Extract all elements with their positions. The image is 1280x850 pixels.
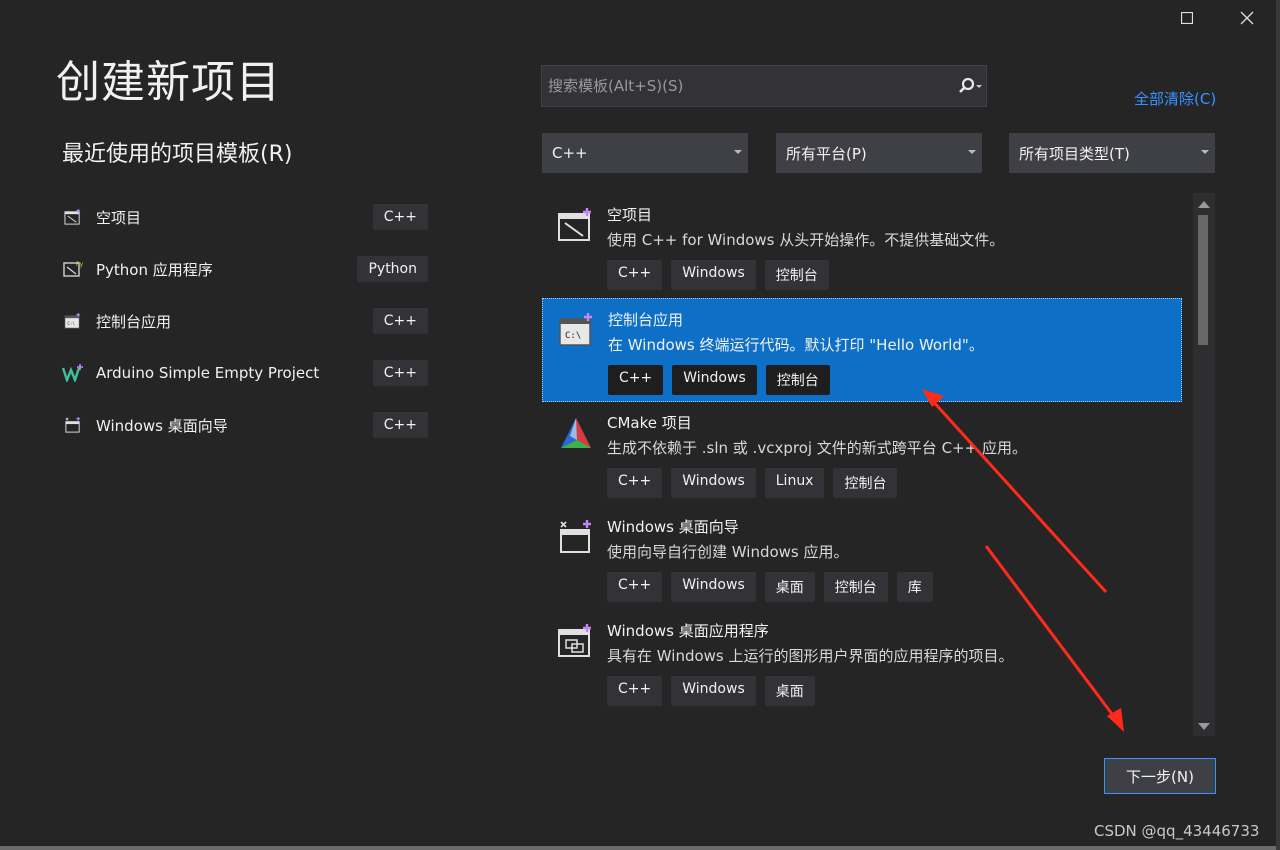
- red-arrow-annotation: [984, 545, 1124, 732]
- red-arrow-annotation: [922, 389, 1108, 594]
- right-edge: [1276, 0, 1280, 850]
- watermark: CSDN @qq_43446733: [1094, 822, 1260, 840]
- annotation-arrows: [922, 389, 1124, 732]
- bottom-edge: [0, 846, 1280, 850]
